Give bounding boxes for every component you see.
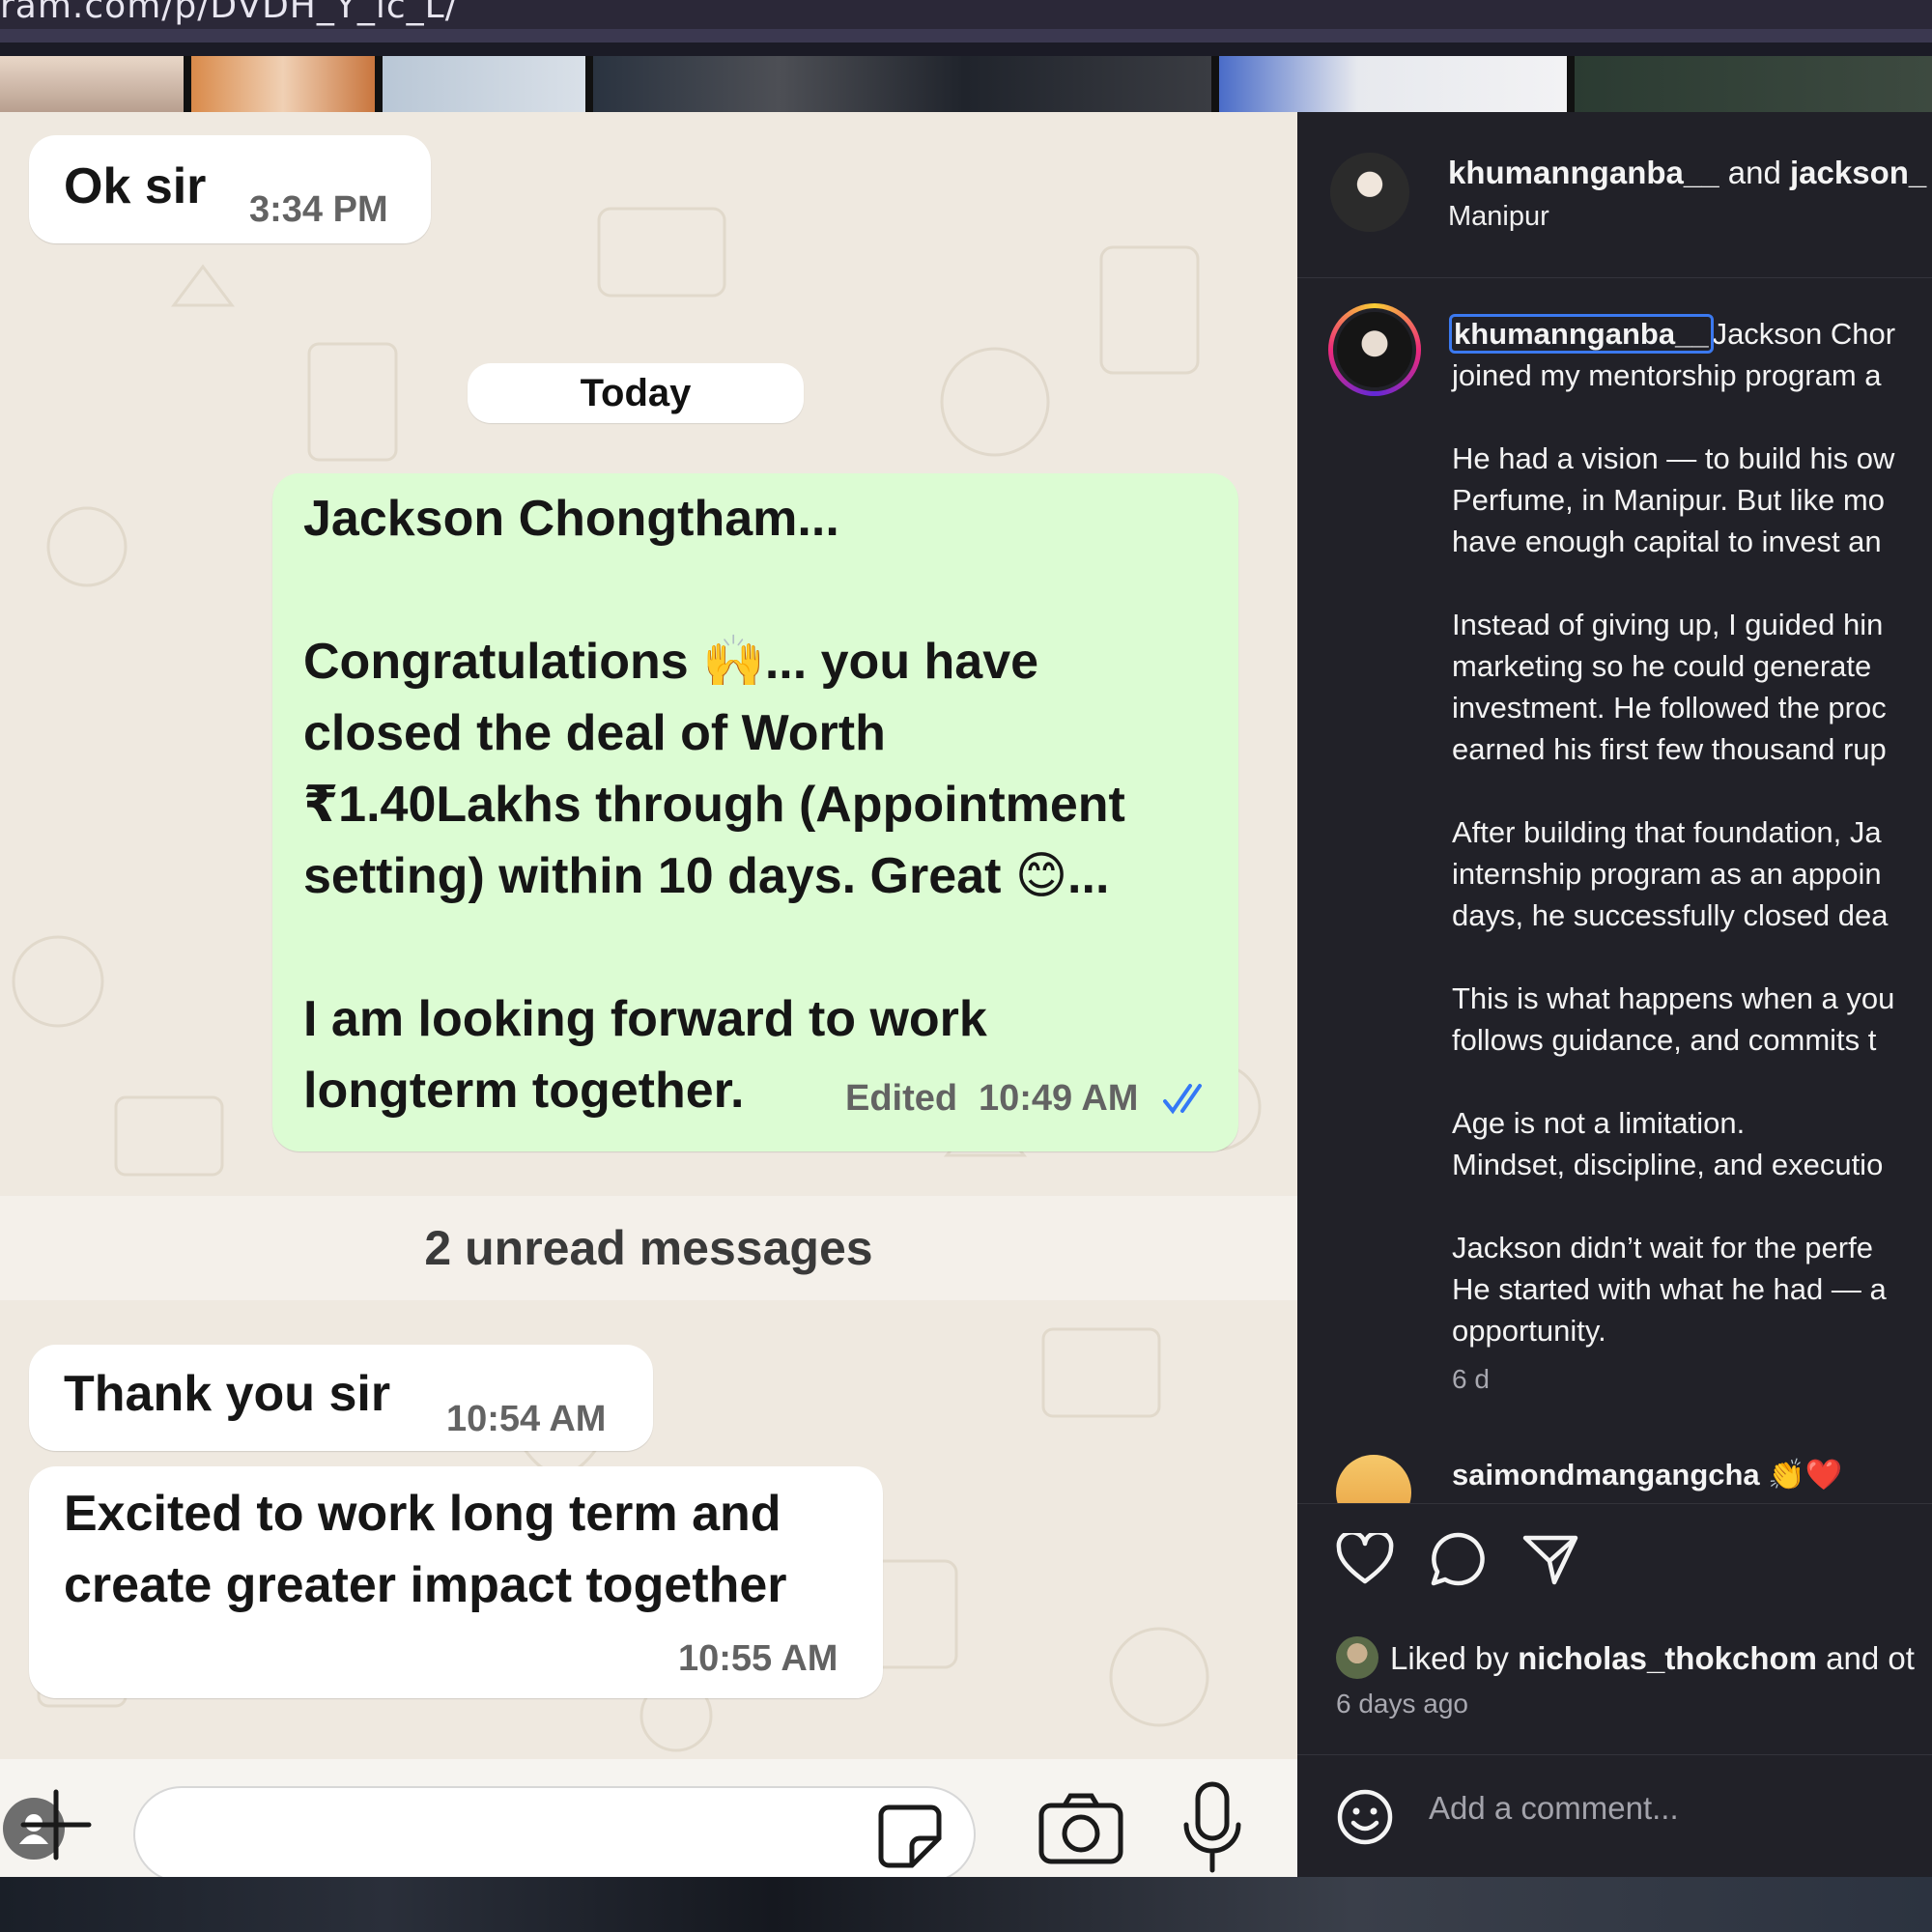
collab-avatar[interactable] [1330, 153, 1409, 232]
post-location[interactable]: Manipur [1448, 201, 1549, 233]
message-text: Ok sir [64, 158, 207, 214]
instagram-post-sidebar: khumannganba__ and jackson_ Manipur khum… [1297, 112, 1932, 1877]
message-time: 10:49 AM [979, 1078, 1139, 1119]
browser-url-bar[interactable]: ram.com/p/DVDH_Y_ic_L/ [0, 0, 1932, 43]
coauthor-username[interactable]: jackson_ [1790, 155, 1926, 190]
add-comment-bar: Add a comment... [1297, 1754, 1932, 1877]
caption-username[interactable]: khumannganba__ [1449, 314, 1714, 354]
post-date[interactable]: 6 days ago [1336, 1689, 1468, 1719]
comment-input[interactable]: Add a comment... [1429, 1790, 1679, 1827]
message-text: Thank you sir [64, 1366, 391, 1422]
message-input[interactable] [133, 1786, 976, 1877]
whatsapp-chat-screenshot: Ok sir 3:34 PM Today Jackson Chongtham..… [0, 112, 1297, 1877]
microphone-icon[interactable] [1179, 1780, 1246, 1877]
comment-emoji: 👏❤️ [1768, 1458, 1843, 1492]
comment: saimondmangangcha 👏❤️ [1452, 1457, 1843, 1492]
camera-icon[interactable] [1037, 1790, 1124, 1867]
sticker-icon[interactable] [875, 1802, 945, 1871]
liked-by-summary[interactable]: Liked by nicholas_thokchom and ot [1390, 1640, 1915, 1677]
double-check-read-icon [1163, 1084, 1202, 1115]
message-bubble-outgoing[interactable]: Jackson Chongtham... Congratulations 🙌..… [272, 473, 1238, 1151]
message-text: Excited to work long term and create gre… [64, 1486, 787, 1613]
liker-avatar[interactable] [1336, 1636, 1378, 1679]
emoji-picker-icon[interactable] [1336, 1788, 1394, 1846]
message-text: Jackson Chongtham... Congratulations 🙌..… [303, 491, 1125, 1119]
commenter-username[interactable]: saimondmangangcha [1452, 1458, 1760, 1492]
message-time: 3:34 PM [249, 189, 388, 230]
heart-icon[interactable] [1336, 1533, 1394, 1587]
author-joiner: and [1727, 155, 1781, 190]
date-divider-chip: Today [468, 363, 804, 423]
post-header: khumannganba__ and jackson_ Manipur [1297, 112, 1932, 278]
caption-age: 6 d [1452, 1364, 1490, 1394]
message-bubble-incoming[interactable]: Ok sir 3:34 PM [29, 135, 431, 243]
url-text: ram.com/p/DVDH_Y_ic_L/ [0, 0, 458, 26]
message-time: 10:54 AM [446, 1399, 607, 1439]
liked-by-username[interactable]: nicholas_thokchom [1518, 1640, 1817, 1676]
comment-icon[interactable] [1429, 1531, 1487, 1589]
background-video-strip [0, 1877, 1932, 1932]
share-icon[interactable] [1521, 1533, 1579, 1587]
post-authors: khumannganba__ and jackson_ [1448, 155, 1926, 191]
author-username[interactable]: khumannganba__ [1448, 155, 1719, 190]
unread-messages-divider: 2 unread messages [0, 1196, 1297, 1300]
background-thumbnail-strip [0, 56, 1932, 112]
message-composer [0, 1759, 1297, 1877]
caption-author-avatar[interactable] [1328, 303, 1421, 396]
liked-by-prefix: Liked by [1390, 1640, 1509, 1676]
message-edited-label: Edited [845, 1078, 958, 1119]
plus-attach-icon[interactable] [17, 1786, 95, 1863]
caption-text: Jackson Chor joined my mentorship progra… [1452, 317, 1896, 1348]
post-caption: khumannganba__ Jackson Chor joined my men… [1449, 313, 1932, 1351]
liked-by-suffix: and ot [1826, 1640, 1915, 1676]
message-bubble-incoming[interactable]: Thank you sir 10:54 AM [29, 1345, 653, 1451]
message-bubble-incoming[interactable]: Excited to work long term and create gre… [29, 1466, 883, 1698]
message-time: 10:55 AM [678, 1638, 838, 1679]
